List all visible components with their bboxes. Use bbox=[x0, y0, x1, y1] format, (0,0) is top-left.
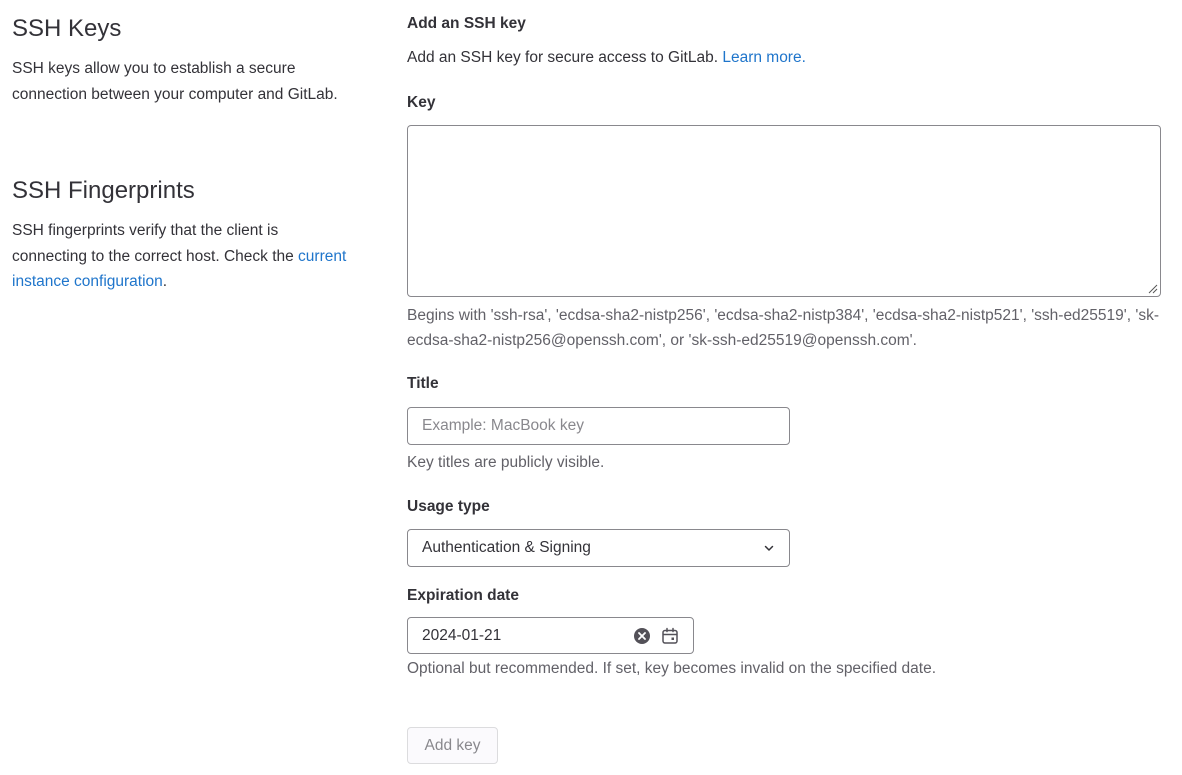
title-label: Title bbox=[407, 375, 439, 392]
ssh-fingerprints-description: SSH fingerprints verify that the client … bbox=[12, 218, 352, 295]
ssh-keys-title: SSH Keys bbox=[12, 15, 122, 42]
form-intro-text: Add an SSH key for secure access to GitL… bbox=[407, 49, 723, 66]
expiration-label: Expiration date bbox=[407, 587, 519, 604]
learn-more-link[interactable]: Learn more. bbox=[722, 49, 806, 66]
ssh-keys-description: SSH keys allow you to establish a secure… bbox=[12, 60, 338, 103]
key-textarea[interactable] bbox=[407, 125, 1161, 297]
resize-handle-icon[interactable] bbox=[1148, 284, 1158, 294]
expiration-help-text: Optional but recommended. If set, key be… bbox=[407, 660, 937, 677]
chevron-down-icon bbox=[764, 545, 774, 551]
usage-type-selected: Authentication & Signing bbox=[422, 539, 591, 556]
key-help-text: Begins with 'ssh-rsa', 'ecdsa-sha2-nistp… bbox=[407, 307, 1159, 349]
form-intro: Add an SSH key for secure access to GitL… bbox=[407, 47, 806, 69]
key-label: Key bbox=[407, 94, 436, 111]
ssh-fingerprints-title: SSH Fingerprints bbox=[12, 177, 195, 204]
usage-type-select[interactable]: Authentication & Signing bbox=[407, 529, 790, 567]
title-input[interactable] bbox=[407, 407, 790, 445]
add-key-button[interactable]: Add key bbox=[407, 727, 498, 764]
fingerprints-desc-suffix: . bbox=[162, 273, 168, 290]
fingerprints-desc-prefix: SSH fingerprints verify that the client … bbox=[12, 222, 299, 265]
date-input-icons bbox=[633, 627, 679, 645]
form-heading: Add an SSH key bbox=[407, 15, 526, 32]
usage-type-label: Usage type bbox=[407, 498, 490, 515]
expiration-date-input[interactable]: 2024-01-21 bbox=[407, 617, 694, 654]
calendar-icon[interactable] bbox=[661, 627, 679, 645]
expiration-date-value: 2024-01-21 bbox=[422, 626, 502, 644]
clear-icon[interactable] bbox=[633, 627, 651, 645]
title-help-text: Key titles are publicly visible. bbox=[407, 454, 605, 471]
